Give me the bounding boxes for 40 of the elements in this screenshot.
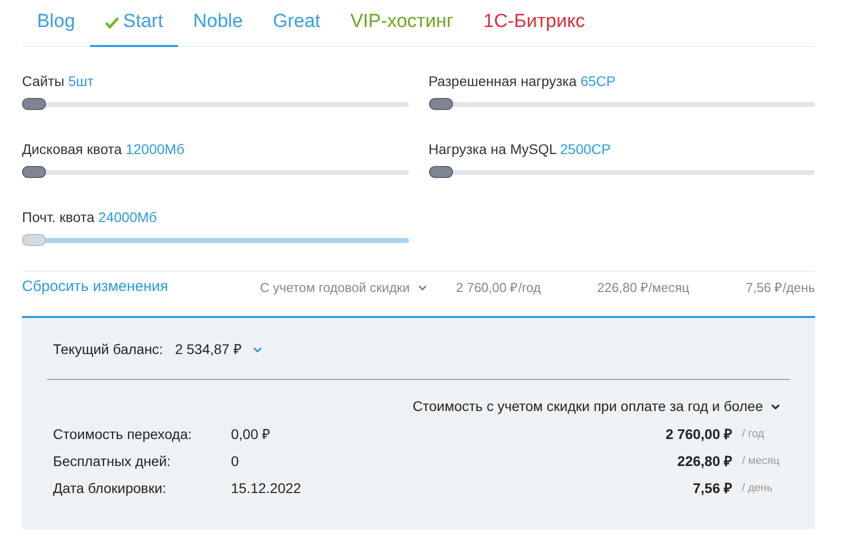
slider-thumb[interactable] — [428, 166, 452, 178]
slider-label: Дисковая квота 12000Мб — [22, 140, 186, 159]
slider-label: Нагрузка на MySQL 2500CP — [428, 140, 612, 159]
chevron-down-icon — [771, 404, 780, 410]
cost-select[interactable]: Стоимость с учетом скидки при оплате за год и более — [412, 396, 780, 417]
period-text: / день — [741, 481, 774, 496]
price-text: 2 760,00 ₽/год — [456, 278, 541, 297]
plan-tab[interactable]: Noble — [178, 0, 258, 47]
slider-thumb[interactable] — [22, 98, 46, 110]
price-text: 7,56 ₽/день — [746, 278, 815, 297]
slider-label: Сайты 5шт — [22, 72, 95, 91]
plan-tab[interactable]: Start — [90, 0, 178, 47]
slider-thumb[interactable] — [22, 166, 46, 178]
row-label: Стоимость перехода: — [53, 425, 193, 444]
check-icon — [105, 16, 120, 28]
row-label: Бесплатных дней: — [53, 452, 172, 471]
discount-select[interactable]: С учетом годовой скидки — [260, 278, 456, 298]
slider-label: Разрешенная нагрузка 65CP — [428, 72, 617, 91]
reset-link[interactable]: Сбросить изменения — [22, 276, 260, 299]
plan-tab[interactable]: Blog — [22, 0, 90, 47]
period-text: / год — [741, 427, 766, 442]
plan-tab[interactable]: Great — [258, 0, 336, 47]
row-label: Дата блокировки: — [53, 479, 168, 498]
chevron-down-icon — [418, 284, 427, 290]
slider-thumb[interactable] — [22, 234, 46, 246]
period-text: / месяц — [741, 454, 781, 470]
slider-label: Почт. квота 24000Мб — [22, 208, 158, 227]
row-value: 15.12.2022 — [231, 479, 302, 498]
balance-label: Текущий баланс: — [53, 340, 163, 359]
chevron-down-icon — [253, 346, 262, 352]
row-value: 0,00 ₽ — [231, 425, 272, 444]
slider-thumb[interactable] — [428, 98, 452, 110]
row-value: 0 — [231, 452, 240, 471]
price-text: 2 760,00 ₽ — [666, 425, 732, 444]
price-text: 226,80 ₽/месяц — [597, 278, 690, 297]
balance-dropdown[interactable]: 2 534,87 ₽ — [174, 339, 262, 360]
plan-tab[interactable]: 1С-Битрикс — [468, 0, 600, 47]
plan-tab[interactable]: VIP-хостинг — [335, 0, 468, 47]
price-text: 226,80 ₽ — [677, 452, 732, 471]
price-text: 7,56 ₽ — [692, 479, 732, 498]
